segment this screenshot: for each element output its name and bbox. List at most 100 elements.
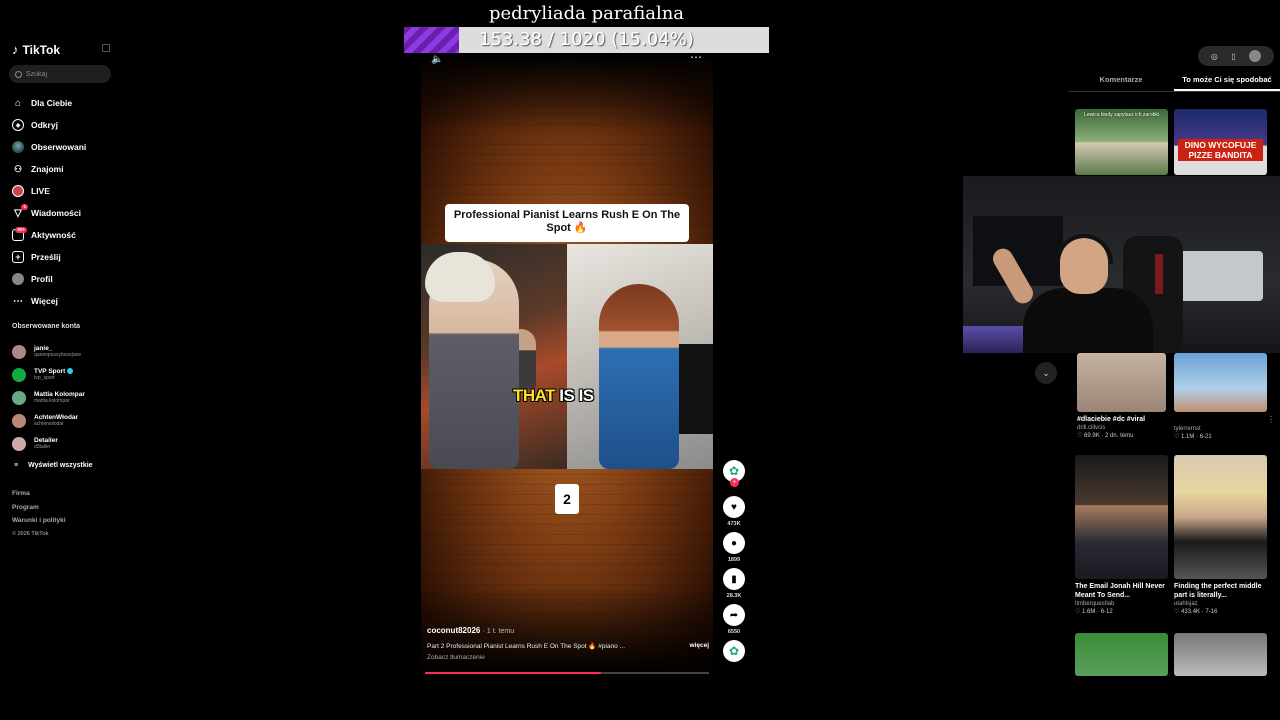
clip-right-panel <box>567 244 713 469</box>
bookmark-icon[interactable]: ▮ <box>723 568 745 590</box>
friends-icon: ⚇ <box>13 163 23 174</box>
search-input[interactable] <box>26 70 106 78</box>
comment-count: 1899 <box>727 557 741 563</box>
clip-left-panel <box>421 244 567 469</box>
nav-label: Odkryj <box>31 120 58 130</box>
comment-action[interactable]: ● 1899 <box>721 532 747 563</box>
tiktok-logo[interactable]: ♪ TikTok <box>12 42 60 57</box>
compass-small-icon[interactable]: ◎ <box>1211 52 1218 61</box>
account-handle: queenpussyboss|ane <box>34 352 82 358</box>
tab-recommended[interactable]: To może Ci się spodobać <box>1174 72 1280 91</box>
profile-icon <box>12 273 24 285</box>
save-action[interactable]: ▮ 28.3K <box>721 568 747 599</box>
video-card[interactable]: The Email Jonah Hill Never Meant To Send… <box>1075 455 1168 615</box>
video-card[interactable]: Lewica kiedy zapytasz ich zarobki <box>1075 109 1168 175</box>
account-item[interactable]: TVP Sport tvp_sport <box>12 363 93 386</box>
user-avatar[interactable] <box>1249 50 1262 62</box>
see-translation-link[interactable]: Zobacz tłumaczenie <box>427 654 709 661</box>
card-title: Finding the perfect middle part is liter… <box>1174 583 1262 599</box>
inbox-icon: 99+ <box>12 227 27 241</box>
comment-icon[interactable]: ● <box>723 532 745 554</box>
video-card[interactable]: Finding the perfect middle part is liter… <box>1174 455 1267 615</box>
show-all-label: Wyświetl wszystkie <box>28 461 93 469</box>
more-options-icon[interactable]: ⋯ <box>690 54 703 64</box>
card-title: The Email Jonah Hill Never Meant To Send… <box>1075 583 1165 599</box>
nav-explore[interactable]: ◈ Odkryj <box>12 114 86 136</box>
collapse-sidebar-icon[interactable] <box>102 44 110 52</box>
more-link[interactable]: więcej <box>689 642 709 650</box>
footer-terms[interactable]: Warunki i polityki <box>12 517 66 531</box>
webcam-keyboard <box>963 326 1023 353</box>
video-progress-bar[interactable] <box>425 672 709 674</box>
tab-comments[interactable]: Komentarze <box>1068 72 1174 91</box>
main-nav: ⌂ Dla Ciebie ◈ Odkryj Obserwowani ⚇ Znaj… <box>12 92 86 312</box>
webcam-headset <box>1055 234 1113 264</box>
heart-icon[interactable]: ♥ <box>723 496 745 518</box>
account-item[interactable]: janie_ queenpussyboss|ane <box>12 340 93 363</box>
tiktok-note-icon: ♪ <box>12 42 19 57</box>
card-author[interactable]: timberquestlab <box>1075 601 1168 607</box>
video-player[interactable]: 🔈 ⋯ Professional Pianist Learns Rush E O… <box>421 54 713 674</box>
nav-label: Wiadomości <box>31 208 81 218</box>
chevron-down-icon[interactable]: ⌄ <box>1035 362 1057 384</box>
share-count: 6550 <box>727 629 741 635</box>
account-handle: d3tailer <box>34 444 51 450</box>
video-thumbnail <box>1174 353 1267 412</box>
share-icon[interactable]: ➦ <box>723 604 745 626</box>
show-all-button[interactable]: ≡ Wyświetl wszystkie <box>12 457 93 473</box>
subtitle-highlight: THAT <box>513 386 556 405</box>
action-bar: ✿ + ♥ 473K ● 1899 ▮ 28.3K ➦ 6550 ✿ <box>721 460 747 662</box>
nav-friends[interactable]: ⚇ Znajomi <box>12 158 86 180</box>
save-count: 28.3K <box>726 593 742 599</box>
video-description: Part 2 Professional Pianist Learns Rush … <box>427 643 626 650</box>
messages-badge: 1 <box>21 204 28 210</box>
card-author[interactable]: utahlsjaz <box>1174 601 1267 607</box>
author-avatar-icon: ✿ <box>728 464 740 478</box>
video-card[interactable] <box>1075 633 1168 676</box>
video-card[interactable] <box>1174 633 1267 676</box>
video-thumbnail <box>1077 353 1166 412</box>
card-author[interactable]: tylerrernst <box>1174 426 1267 432</box>
nav-activity[interactable]: 99+ Aktywność <box>12 224 86 246</box>
footer-company[interactable]: Firma <box>12 490 66 504</box>
verified-icon <box>67 368 74 375</box>
search-bar[interactable] <box>9 65 111 83</box>
nav-for-you[interactable]: ⌂ Dla Ciebie <box>12 92 86 114</box>
nav-label: Aktywność <box>31 230 76 240</box>
share-action[interactable]: ➦ 6550 <box>721 604 747 635</box>
stream-goal-progress: 153.38 / 1020 (15.04%) <box>404 27 769 53</box>
home-icon: ⌂ <box>14 97 22 109</box>
follow-plus-icon[interactable]: + <box>730 478 739 487</box>
like-action[interactable]: ♥ 473K <box>721 496 747 527</box>
nav-upload[interactable]: + Prześlij <box>12 246 86 268</box>
author-name[interactable]: coconut82026 <box>427 626 480 635</box>
thumbnail-overlay-text: Lewica kiedy zapytasz ich zarobki <box>1083 112 1160 118</box>
video-card[interactable]: DINO WYCOFUJE PIZZE BANDITA <box>1174 109 1267 175</box>
account-handle: mattia.kolompar <box>34 398 70 404</box>
card-options-icon[interactable]: ⋮ <box>1267 415 1275 424</box>
card-author[interactable]: drill.clilvcis <box>1077 425 1170 431</box>
nav-following[interactable]: Obserwowani <box>12 136 86 158</box>
nav-live[interactable]: LIVE <box>12 180 86 202</box>
stream-goal-progress-text: 153.38 / 1020 (15.04%) <box>479 29 694 50</box>
video-thumbnail: Lewica kiedy zapytasz ich zarobki <box>1075 109 1168 175</box>
nav-messages[interactable]: ▽ 1 Wiadomości <box>12 202 86 224</box>
device-icon[interactable]: ▯ <box>1231 52 1235 61</box>
account-item[interactable]: AchtenWłodar achtenwlodar <box>12 409 93 432</box>
video-card[interactable]: tylerrernst ♡ 1.1M · 6-21 ⋮ <box>1174 353 1275 440</box>
avatar <box>12 413 26 428</box>
volume-icon[interactable]: 🔈 <box>431 54 443 65</box>
nav-profile[interactable]: Profil <box>12 268 86 290</box>
music-disc-icon[interactable]: ✿ <box>723 640 745 662</box>
author-avatar[interactable]: ✿ + <box>723 460 745 487</box>
nav-more[interactable]: ⋯ Więcej <box>12 290 86 312</box>
avatar <box>12 436 26 451</box>
account-item[interactable]: Mattia Kolompar mattia.kolompar <box>12 386 93 409</box>
video-thumbnail: DINO WYCOFUJE PIZZE BANDITA <box>1174 109 1267 175</box>
video-card[interactable]: #dlaciebie #dc #viral drill.clilvcis ♡ 6… <box>1077 353 1170 439</box>
video-thumbnail <box>1075 633 1168 676</box>
activity-badge: 99+ <box>15 227 27 233</box>
woman-left-hair <box>425 252 495 302</box>
footer-program[interactable]: Program <box>12 504 66 518</box>
account-item[interactable]: Detailer d3tailer <box>12 432 93 455</box>
